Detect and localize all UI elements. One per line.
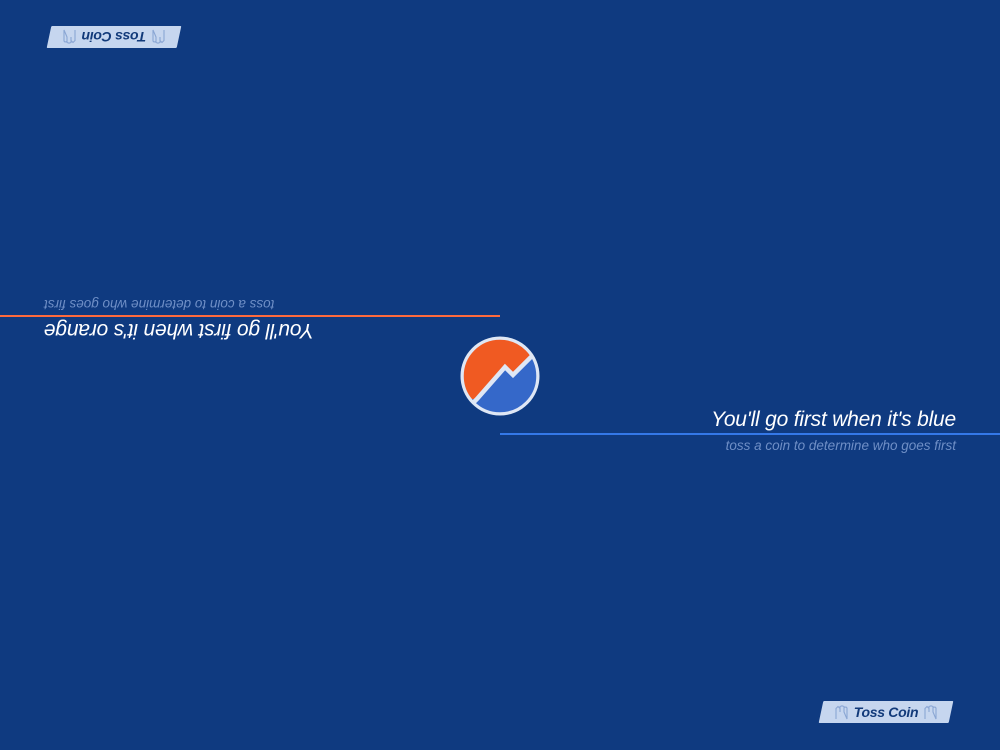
player-top-info: You'll go first when it's orange <box>44 317 314 343</box>
hand-icon <box>924 704 937 719</box>
player-bottom-subtitle: toss a coin to determine who goes first <box>725 438 956 453</box>
player-top-subtitle: toss a coin to determine who goes first <box>44 297 275 312</box>
hand-icon <box>63 30 76 45</box>
coin-icon[interactable] <box>459 335 541 417</box>
hand-icon <box>835 704 848 719</box>
player-bottom-divider <box>500 433 1000 435</box>
player-top-panel: You'll go first when it's orange toss a … <box>0 0 1000 375</box>
toss-coin-label: Toss Coin <box>81 29 147 45</box>
toss-coin-button-top[interactable]: Toss Coin <box>46 26 182 48</box>
player-top-title: You'll go first when it's orange <box>44 319 315 342</box>
player-bottom-title: You'll go first when it's blue <box>711 408 956 431</box>
player-top-divider <box>0 315 500 317</box>
player-bottom-info: You'll go first when it's blue <box>711 407 956 433</box>
player-bottom-panel: You'll go first when it's blue toss a co… <box>0 375 1000 750</box>
toss-coin-button-bottom[interactable]: Toss Coin <box>818 701 954 723</box>
game-screen: You'll go first when it's orange toss a … <box>0 0 1000 750</box>
toss-coin-label: Toss Coin <box>853 704 919 720</box>
hand-icon <box>152 30 165 45</box>
